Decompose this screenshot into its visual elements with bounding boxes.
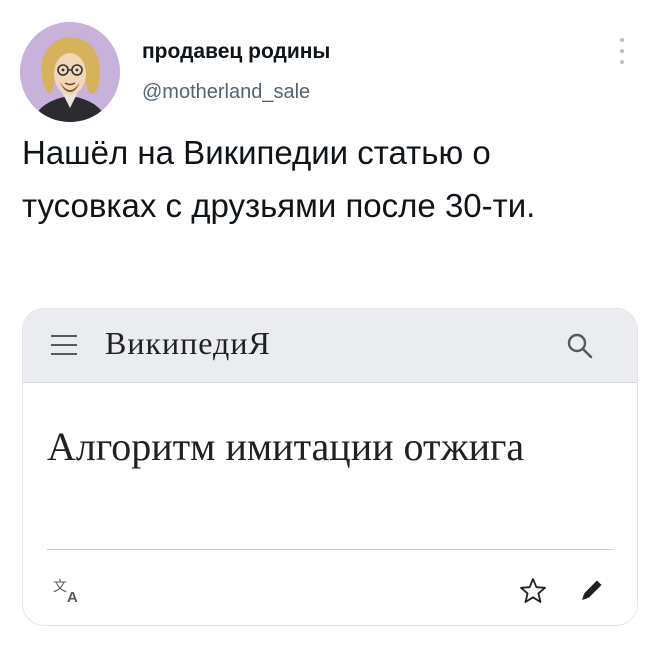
wiki-header: ВикипедиЯ — [23, 309, 637, 383]
star-icon[interactable] — [519, 577, 547, 605]
hamburger-menu-icon[interactable] — [51, 335, 77, 355]
avatar[interactable] — [20, 22, 120, 122]
svg-text:A: A — [67, 589, 78, 603]
search-icon[interactable] — [565, 331, 595, 361]
divider — [47, 549, 613, 550]
author-display-name[interactable]: продавец родины — [142, 40, 330, 64]
article-title: Алгоритм имитации отжига — [47, 424, 525, 469]
wikipedia-wordmark[interactable]: ВикипедиЯ — [105, 325, 271, 362]
more-vertical-icon[interactable] — [612, 34, 632, 68]
pencil-icon[interactable] — [579, 577, 605, 603]
tweet-text: Нашёл на Википедии статью о тусовках с д… — [22, 134, 536, 224]
translate-icon[interactable]: 文 A — [53, 577, 85, 603]
author-handle[interactable]: @motherland_sale — [142, 81, 310, 104]
wikipedia-screenshot-card[interactable]: ВикипедиЯ Алгоритм имитации отжига 文 A — [22, 308, 638, 626]
svg-text:文: 文 — [53, 579, 67, 595]
avatar-image — [20, 22, 120, 122]
